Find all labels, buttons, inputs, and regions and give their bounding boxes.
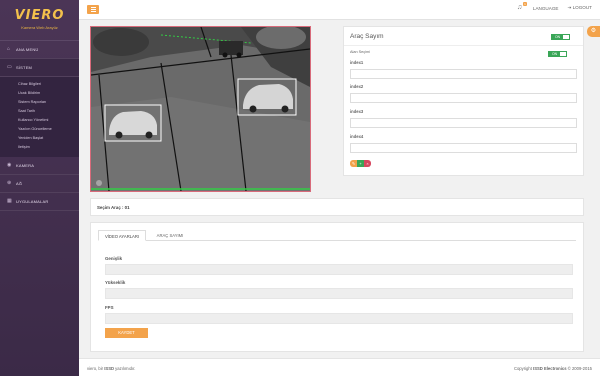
- camera-image: [91, 27, 310, 191]
- toggle-off-area: [563, 35, 569, 39]
- area-selection-label: Alan Seçimi: [350, 50, 371, 54]
- logo: VIERO: [14, 8, 65, 23]
- menu-toggle-button[interactable]: [87, 5, 99, 14]
- submenu-item[interactable]: Yeniden Başlat: [0, 134, 79, 143]
- hamburger-icon: [90, 7, 96, 9]
- sidebar: VIERO Kamera Web Arayüz ⌂ ANA MENÜ ▭ SİS…: [0, 0, 79, 376]
- hamburger-icon-line: [90, 9, 96, 10]
- toggle-off-area: [560, 52, 566, 56]
- tab-video-settings[interactable]: VİDEO AYARLARI: [98, 230, 146, 241]
- sidebar-item-sistem[interactable]: ▭ SİSTEM: [0, 59, 79, 77]
- vehicle-count-panel: Araç Sayım ON Alan Seçimi ON index1 inde…: [343, 26, 584, 176]
- submenu-item[interactable]: Cihaz Bilgileri: [0, 80, 79, 89]
- brand-tagline: Kamera Web Arayüz: [21, 25, 58, 30]
- action-button-group: ✎ + ×: [350, 160, 371, 167]
- sidebar-item-kamera[interactable]: ◉ KAMERA: [0, 157, 79, 175]
- logout-label: LOGOUT: [572, 5, 592, 10]
- footer-text: © 2009-2015: [566, 366, 592, 371]
- brand: VIERO Kamera Web Arayüz: [0, 0, 79, 40]
- camera-feed[interactable]: [90, 26, 311, 192]
- settings-tabs: VİDEO AYARLARI ARAÇ SAYIMI: [98, 230, 576, 241]
- submenu-item[interactable]: Saat Tarih: [0, 107, 79, 116]
- footer-text: viero, bir: [87, 366, 105, 371]
- index2-label: index2: [350, 84, 364, 89]
- index3-label: index3: [350, 109, 364, 114]
- index1-label: index1: [350, 60, 364, 65]
- sidebar-item-label: SİSTEM: [16, 65, 33, 70]
- sidebar-item-label: ANA MENÜ: [16, 47, 39, 52]
- submenu-item[interactable]: Sistem Raporları: [0, 98, 79, 107]
- sidebar-item-ag[interactable]: ⊕ AĞ: [0, 175, 79, 193]
- tab-vehicle-count[interactable]: ARAÇ SAYIMI: [150, 230, 190, 241]
- panel-title: Araç Sayım: [350, 33, 384, 40]
- toggle-on-label: ON: [552, 35, 563, 39]
- home-icon: ⌂: [7, 46, 11, 52]
- settings-panel: VİDEO AYARLARI ARAÇ SAYIMI Genişlik Yüks…: [90, 222, 584, 352]
- footer-left: viero, bir ISSD yazılımıdır.: [87, 366, 135, 371]
- sidebar-item-label: AĞ: [16, 181, 23, 186]
- apps-icon: ▦: [7, 198, 12, 204]
- selected-vehicle-bar: Seçim Araç : 01: [90, 198, 584, 216]
- index4-label: index4: [350, 134, 364, 139]
- delete-button[interactable]: ×: [364, 160, 371, 167]
- language-menu[interactable]: LANGUAGE: [533, 6, 559, 11]
- sidebar-item-ana-menu[interactable]: ⌂ ANA MENÜ: [0, 41, 79, 59]
- width-input[interactable]: [105, 264, 573, 275]
- footer-company: ISSD Electronics: [533, 366, 567, 371]
- index3-input[interactable]: [350, 118, 577, 128]
- logout-link[interactable]: ⇥ LOGOUT: [567, 5, 592, 11]
- submenu-item[interactable]: Iletişim: [0, 143, 79, 152]
- height-label: Yükseklik: [105, 280, 126, 285]
- sidebar-item-label: UYGULAMALAR: [16, 199, 49, 204]
- monitor-icon: ▭: [7, 64, 12, 70]
- sidebar-item-uygulamalar[interactable]: ▦ UYGULAMALAR: [0, 193, 79, 211]
- edit-button[interactable]: ✎: [350, 160, 357, 167]
- footer: viero, bir ISSD yazılımıdır. Copyright I…: [79, 358, 600, 376]
- footer-copyright: Copyright ISSD Electronics © 2009-2015: [514, 366, 592, 371]
- fps-input[interactable]: [105, 313, 573, 324]
- index4-input[interactable]: [350, 143, 577, 153]
- camera-icon: ◉: [7, 162, 12, 168]
- sidebar-submenu: Cihaz Bilgileri Ucak Bildirim Sistem Rap…: [0, 77, 79, 157]
- submenu-item[interactable]: Ucak Bildirim: [0, 89, 79, 98]
- selected-vehicle-text: Seçim Araç : 01: [97, 205, 130, 210]
- index2-input[interactable]: [350, 93, 577, 103]
- toggle-on-label: ON: [549, 52, 560, 56]
- add-button[interactable]: +: [357, 160, 364, 167]
- network-icon: ⊕: [7, 180, 12, 186]
- submenu-item[interactable]: Yazılım Güncelleme: [0, 125, 79, 134]
- notification-bell-icon[interactable]: ♫ 1: [517, 2, 527, 12]
- footer-text: yazılımıdır.: [114, 366, 136, 371]
- index1-input[interactable]: [350, 69, 577, 79]
- topbar: ♫ 1 LANGUAGE ⇥ LOGOUT: [79, 0, 600, 20]
- hamburger-icon-line: [90, 10, 96, 12]
- topbar-actions: ♫ 1 LANGUAGE ⇥ LOGOUT: [517, 2, 592, 12]
- panel-divider: [344, 45, 583, 46]
- height-input[interactable]: [105, 288, 573, 299]
- area-selection-toggle[interactable]: ON: [548, 51, 567, 57]
- settings-drawer-tab[interactable]: ⚙: [587, 26, 600, 37]
- footer-text: Copyright: [513, 366, 534, 371]
- width-label: Genişlik: [105, 256, 123, 261]
- save-button[interactable]: KAYDET: [105, 328, 148, 338]
- submenu-item[interactable]: Kullanıcı Yönetimi: [0, 116, 79, 125]
- sidebar-item-label: KAMERA: [16, 163, 35, 168]
- footer-brand: ISSD: [104, 366, 115, 371]
- gear-icon: ⚙: [590, 28, 597, 34]
- vehicle-count-toggle[interactable]: ON: [551, 34, 570, 40]
- fps-label: FPS: [105, 305, 114, 310]
- notification-badge: 1: [522, 2, 527, 6]
